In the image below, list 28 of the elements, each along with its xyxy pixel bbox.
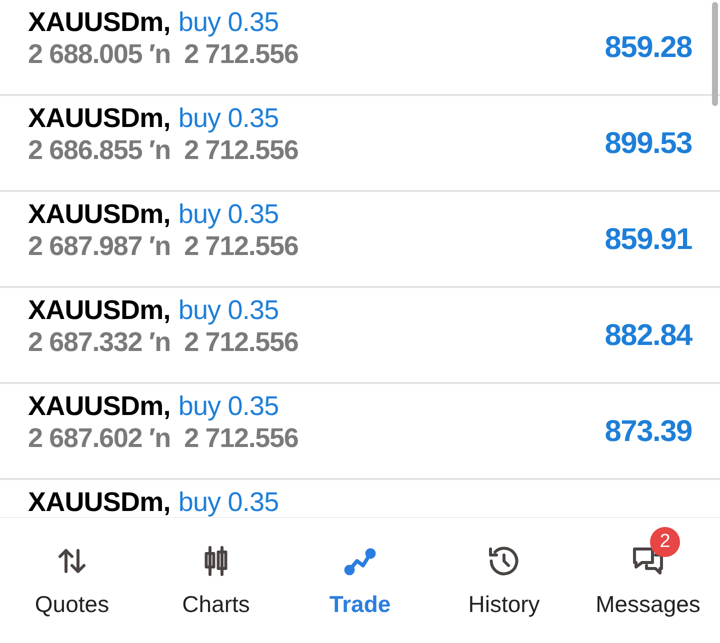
price-range: 2 687.332 ′n 2 712.556 (28, 326, 298, 358)
symbol-label: XAUUSDm, (28, 198, 170, 230)
nav-tab[interactable]: History (452, 525, 556, 622)
nav-tab[interactable]: 2 Messages (580, 525, 716, 622)
symbol-label: XAUUSDm, (28, 486, 170, 517)
profit-value: 882.84 (604, 318, 692, 354)
price-range: 2 687.987 ′n 2 712.556 (28, 230, 298, 262)
symbol-label: XAUUSDm, (28, 6, 170, 38)
notification-badge: 2 (650, 527, 680, 558)
symbol-label: XAUUSDm, (28, 102, 170, 134)
profit-value: 873.39 (604, 414, 692, 450)
order-type: buy 0.35 (178, 102, 279, 134)
symbol-label: XAUUSDm, (28, 390, 170, 422)
nav-tab[interactable]: Quotes (18, 525, 126, 622)
price-range: 2 686.855 ′n 2 712.556 (28, 134, 298, 166)
nav-tab[interactable]: Charts (166, 525, 266, 622)
order-type: buy 0.35 (178, 198, 279, 230)
symbol-label: XAUUSDm, (28, 294, 170, 326)
profit-value: 859.28 (604, 30, 692, 66)
profit-value: 899.53 (604, 126, 692, 162)
order-type: buy 0.35 (178, 486, 279, 517)
order-type: buy 0.35 (178, 390, 279, 422)
order-type: buy 0.35 (178, 294, 279, 326)
profit-value: 859.91 (604, 222, 692, 258)
price-range: 2 688.005 ′n 2 712.556 (28, 38, 298, 70)
price-range: 2 687.602 ′n 2 712.556 (28, 422, 298, 454)
order-type: buy 0.35 (178, 6, 279, 38)
nav-tab[interactable]: Trade (313, 525, 407, 622)
